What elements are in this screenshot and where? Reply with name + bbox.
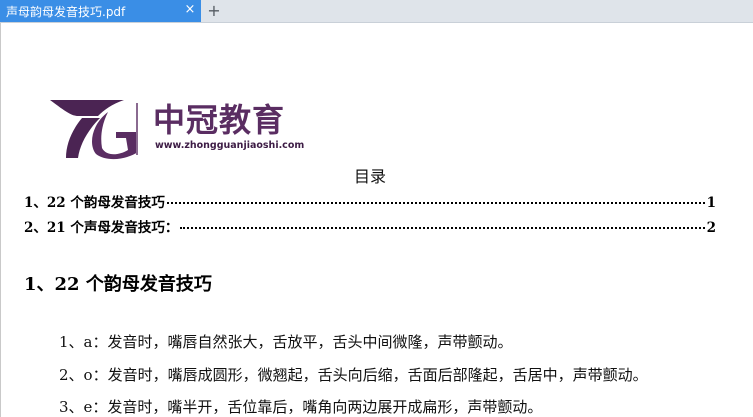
logo-text: 中冠教育 <box>153 101 286 139</box>
paragraph: 2、o：发音时，嘴唇成圆形，微翘起，舌头向后缩，舌面后部隆起，舌居中，声带颤动。 <box>59 366 648 384</box>
toc-entry-page: 1 <box>706 195 716 211</box>
paragraph: 3、e：发音时，嘴半开，舌位靠后，嘴角向两边展开成扁形，声带颤动。 <box>59 398 543 416</box>
toc-entry-label: 2、21 个声母发音技巧： <box>24 220 179 236</box>
tab-bar: 声母韵母发音技巧.pdf × + <box>0 0 753 23</box>
new-tab-plus-icon[interactable]: + <box>205 1 223 21</box>
tab-title: 声母韵母发音技巧.pdf <box>6 5 126 19</box>
tab-active-document[interactable]: 声母韵母发音技巧.pdf × <box>0 0 201 22</box>
toc-leader-dots <box>180 227 705 229</box>
toc-leader-dots <box>166 202 705 204</box>
toc-entry[interactable]: 1、22 个韵母发音技巧 1 <box>24 191 716 211</box>
paragraph: 1、a：发音时，嘴唇自然张大，舌放平，舌头中间微隆，声带颤动。 <box>59 333 513 351</box>
close-icon[interactable]: × <box>183 2 197 18</box>
section-heading: 1、22 个韵母发音技巧 <box>24 274 212 295</box>
toc-entry-page: 2 <box>706 220 716 236</box>
toc-entry-label: 1、22 个韵母发音技巧 <box>24 195 165 211</box>
logo-url: www.zhongguanjiaoshi.com <box>155 140 305 151</box>
toc-entry[interactable]: 2、21 个声母发音技巧： 2 <box>24 216 716 236</box>
toc-title: 目录 <box>353 167 386 186</box>
